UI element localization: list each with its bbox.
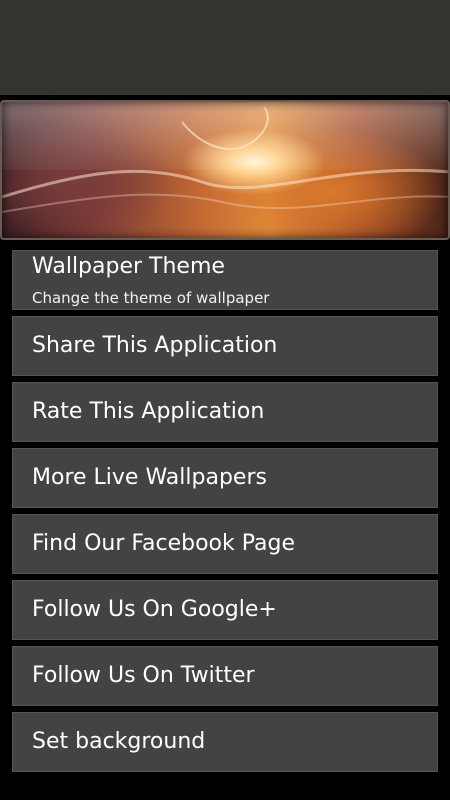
wallpaper-theme-subtitle: Change the theme of wallpaper [32, 289, 270, 307]
share-application-label: Share This Application [32, 333, 278, 358]
google-plus-label: Follow Us On Google+ [32, 597, 277, 622]
rate-application-item[interactable]: Rate This Application [12, 382, 438, 442]
share-application-item[interactable]: Share This Application [12, 316, 438, 376]
rate-application-label: Rate This Application [32, 399, 265, 424]
twitter-label: Follow Us On Twitter [32, 663, 255, 688]
header-banner-image [0, 100, 450, 240]
wallpaper-theme-item[interactable]: Wallpaper Theme Change the theme of wall… [12, 250, 438, 310]
set-background-label: Set background [32, 729, 206, 754]
facebook-page-item[interactable]: Find Our Facebook Page [12, 514, 438, 574]
more-live-wallpapers-item[interactable]: More Live Wallpapers [12, 448, 438, 508]
google-plus-item[interactable]: Follow Us On Google+ [12, 580, 438, 640]
twitter-item[interactable]: Follow Us On Twitter [12, 646, 438, 706]
more-live-wallpapers-label: More Live Wallpapers [32, 465, 267, 490]
facebook-page-label: Find Our Facebook Page [32, 531, 295, 556]
settings-menu: Wallpaper Theme Change the theme of wall… [12, 250, 438, 778]
wallpaper-theme-title: Wallpaper Theme [32, 254, 225, 279]
set-background-item[interactable]: Set background [12, 712, 438, 772]
top-bar [0, 0, 450, 95]
